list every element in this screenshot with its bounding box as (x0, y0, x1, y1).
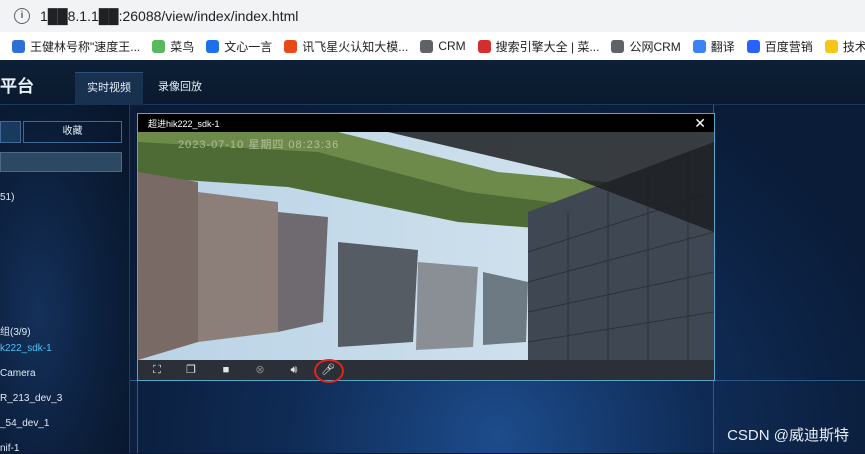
video-title: 超进hik222_sdk-1 (148, 119, 220, 129)
bookmark-icon (824, 39, 838, 53)
browser-address-bar: i 1██8.1.1██:26088/view/index/index.html (0, 0, 865, 32)
tree-item[interactable]: 51) (0, 192, 14, 203)
bookmark-item[interactable]: CRM (420, 39, 466, 53)
camera-osd-timestamp: 2023-07-10 星期四 08:23:36 (178, 139, 340, 151)
stop-icon[interactable]: ⊗ (253, 363, 267, 377)
camera-feed: 2023-07-10 星期四 08:23:36 (138, 132, 714, 360)
bookmark-label: 百度营销 (764, 39, 813, 54)
tree-item[interactable]: R_213_dev_3 (0, 393, 62, 404)
video-window[interactable]: 超进hik222_sdk-1 ✕ 2023-07-10 星期四 08:23:36… (137, 113, 715, 383)
video-control-bar: ⛶ ❐ ■ ⊗ 🔊︎ 🎤︎ (138, 359, 714, 383)
tree-item[interactable]: Camera (0, 368, 36, 379)
bookmark-icon (420, 39, 434, 53)
url-field[interactable]: 1██8.1.1██:26088/view/index/index.html (40, 8, 298, 24)
bookmark-item[interactable]: 百度营销 (746, 38, 813, 55)
bookmark-label: 翻译 (710, 39, 735, 54)
bookmark-label: CRM (438, 39, 466, 53)
sidebar: 收藏 51) 组(3/9) k222_sdk-1 Camera R_213_dev_3 _… (0, 105, 130, 454)
fullscreen-icon[interactable]: ⛶ (150, 363, 164, 377)
watermark: CSDN @威迪斯特 (727, 427, 849, 444)
bookmark-icon (12, 39, 25, 53)
bookmark-item[interactable]: 菜鸟 (152, 38, 194, 55)
close-icon[interactable]: ✕ (694, 114, 706, 132)
highlight-circle (314, 359, 344, 383)
app-header: 平台 实时视频 录像回放 (0, 60, 865, 105)
bookmark-label: 公网CRM (629, 39, 681, 54)
tree-item[interactable]: _54_dev_1 (0, 418, 50, 429)
record-icon[interactable]: ■ (219, 363, 233, 377)
grid-divider (137, 380, 138, 453)
sidebar-devices-button[interactable] (0, 121, 21, 143)
bookmark-item[interactable]: 讯飞星火认知大模... (284, 38, 408, 55)
bookmark-item[interactable]: 技术站 (824, 38, 865, 55)
bookmark-label: 文心一言 (224, 39, 273, 54)
bookmark-label: 王健林号称"速度王... (30, 39, 141, 54)
camera-image (138, 132, 714, 360)
tab-live-video[interactable]: 实时视频 (75, 72, 143, 105)
bookmark-item[interactable]: 文心一言 (206, 38, 272, 55)
bookmarks-bar: 王健林号称"速度王... 菜鸟 文心一言 讯飞星火认知大模... CRM 搜索引擎大全 |… (0, 32, 865, 61)
bookmark-icon (477, 39, 491, 53)
tab-playback[interactable]: 录像回放 (150, 72, 210, 104)
bookmark-label: 搜索引擎大全 | 菜... (495, 39, 600, 54)
bookmark-icon (746, 39, 760, 53)
bookmark-icon (611, 39, 625, 53)
bookmark-item[interactable]: 公网CRM (611, 38, 681, 55)
bookmark-item[interactable]: 搜索引擎大全 | 菜... (477, 38, 600, 55)
search-input[interactable] (0, 152, 122, 172)
bookmark-label: 讯飞星火认知大模... (302, 39, 409, 54)
video-title-bar: 超进hik222_sdk-1 ✕ (138, 114, 714, 132)
bookmark-label: 菜鸟 (170, 39, 195, 54)
bookmark-item[interactable]: 王健林号称"速度王... (12, 38, 140, 55)
info-icon[interactable]: i (14, 8, 30, 24)
app-title: 平台 (0, 77, 34, 96)
bookmark-icon (206, 39, 220, 53)
bookmark-item[interactable]: 翻译 (692, 38, 735, 55)
tree-item[interactable]: 组(3/9) (0, 323, 31, 338)
tree-item[interactable]: nif-1 (0, 443, 19, 454)
volume-icon[interactable]: 🔊︎ (287, 363, 301, 377)
sidebar-favorites-button[interactable]: 收藏 (23, 121, 122, 143)
tree-item[interactable]: k222_sdk-1 (0, 343, 52, 354)
copy-icon[interactable]: ❐ (184, 363, 198, 377)
bookmark-icon (284, 39, 298, 53)
bookmark-label: 技术站 (842, 39, 865, 54)
bookmark-icon (692, 39, 706, 53)
bookmark-icon (152, 39, 166, 53)
